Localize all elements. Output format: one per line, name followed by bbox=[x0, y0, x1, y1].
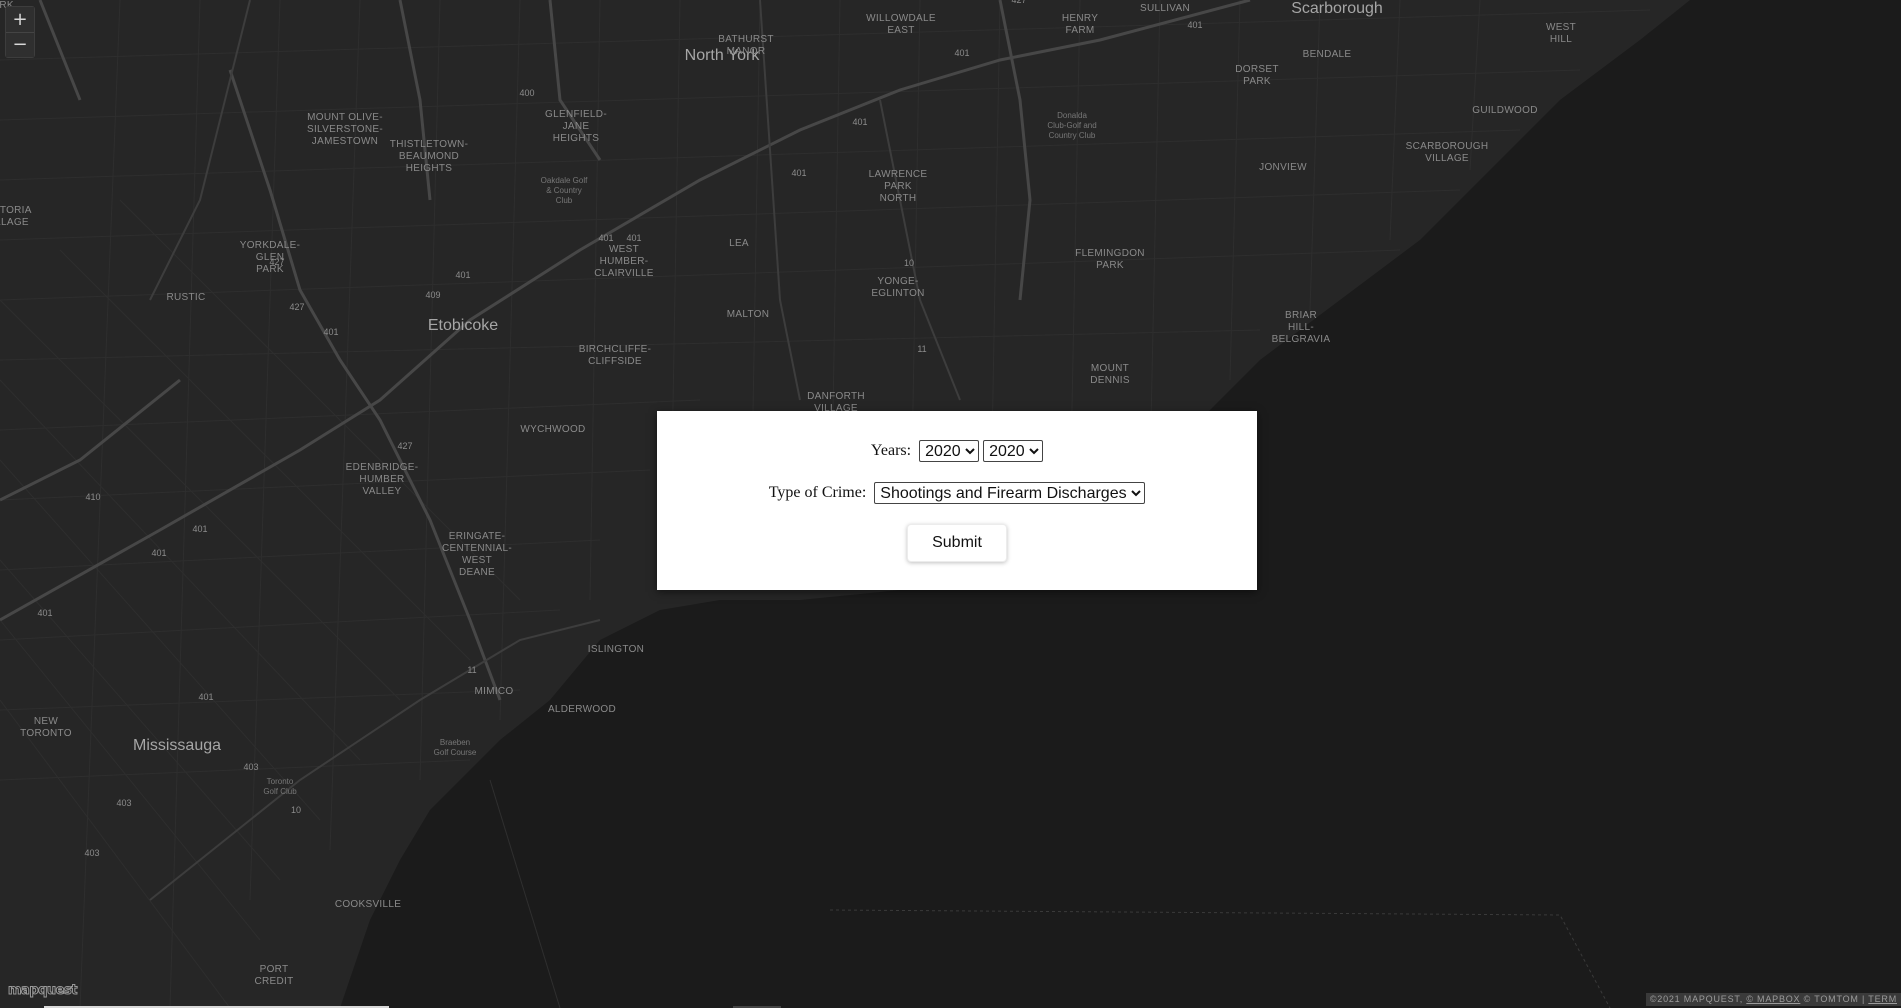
place-label: Oakdale Golf & Country Club bbox=[540, 176, 588, 205]
place-label: BRIAR HILL- BELGRAVIA bbox=[1271, 310, 1331, 345]
crime-type-row: Type of Crime: Shootings and Firearm Dis… bbox=[657, 482, 1257, 504]
submit-button[interactable]: Submit bbox=[907, 524, 1007, 562]
place-label: DORSET PARK bbox=[1235, 64, 1279, 87]
place-label: GLENFIELD- JANE HEIGHTS bbox=[545, 109, 607, 144]
highway-shield: 401 bbox=[598, 233, 614, 243]
place-label: RUSTIC bbox=[166, 292, 206, 303]
highway-shield: 403 bbox=[84, 848, 100, 858]
attribution-copyright: ©2021 MAPQUEST, bbox=[1649, 994, 1743, 1004]
highway-shield: 401 bbox=[151, 548, 167, 558]
highway-shield: 410 bbox=[85, 492, 101, 502]
crime-type-label: Type of Crime: bbox=[768, 483, 867, 501]
place-label: SCARBOROUGH VILLAGE bbox=[1405, 141, 1489, 164]
place-label: LAWRENCE PARK NORTH bbox=[868, 169, 928, 204]
place-label: BATHURST MANOR bbox=[718, 34, 774, 57]
place-label: BENDALE bbox=[1302, 49, 1352, 60]
crime-type-select[interactable]: Shootings and Firearm Discharges bbox=[874, 482, 1146, 504]
attribution-mapbox-link[interactable]: © MAPBOX bbox=[1746, 994, 1800, 1004]
place-label: THISTLETOWN- BEAUMOND HEIGHTS bbox=[389, 139, 469, 174]
mapquest-logo[interactable]: mapquest bbox=[8, 983, 78, 999]
filter-dialog: Years: 2020 2020 Type of Crime: Shooting… bbox=[657, 411, 1257, 590]
highway-shield: 427 bbox=[269, 257, 285, 267]
highway-shield: 403 bbox=[243, 762, 259, 772]
highway-shield: 403 bbox=[116, 798, 132, 808]
place-label: WYCHWOOD bbox=[520, 424, 586, 435]
place-label: Braeben Golf Course bbox=[433, 738, 477, 757]
map-attribution: ©2021 MAPQUEST, © MAPBOX © TOMTOM | TERM bbox=[1645, 993, 1901, 1006]
highway-shield: 401 bbox=[455, 270, 471, 280]
attribution-tomtom: © TOMTOM | bbox=[1803, 994, 1866, 1004]
place-label: COOKSVILLE bbox=[334, 899, 402, 910]
highway-shield: 401 bbox=[852, 117, 868, 127]
place-label: Donalda Club-Golf and Country Club bbox=[1047, 111, 1097, 140]
place-label: SULLIVAN bbox=[1139, 3, 1191, 14]
place-label: MIMICO bbox=[474, 686, 514, 697]
place-label: Mississauga bbox=[132, 737, 222, 754]
highway-shield: 401 bbox=[37, 608, 53, 618]
place-label: ALDERWOOD bbox=[547, 704, 617, 715]
place-label: GUILDWOOD bbox=[1472, 105, 1538, 116]
attribution-terms-link[interactable]: TERM bbox=[1868, 994, 1897, 1004]
zoom-in-button[interactable]: + bbox=[6, 7, 34, 32]
place-label: MOUNT OLIVE- SILVERSTONE- JAMESTOWN bbox=[306, 112, 384, 147]
place-label: ISLINGTON bbox=[587, 644, 645, 655]
highway-shield: 401 bbox=[323, 327, 339, 337]
place-label: VICTORIA VILLAGE bbox=[0, 205, 32, 228]
highway-shield: 11 bbox=[467, 665, 477, 675]
highway-shield: 10 bbox=[903, 258, 915, 268]
highway-shield: 400 bbox=[519, 88, 535, 98]
highway-shield: 427 bbox=[1011, 0, 1027, 5]
place-label: NEW TORONTO bbox=[20, 716, 72, 739]
highway-shield: 401 bbox=[954, 48, 970, 58]
place-label: WEST HILL bbox=[1545, 22, 1577, 45]
highway-shield: 401 bbox=[1187, 20, 1203, 30]
highway-shield: 401 bbox=[192, 524, 208, 534]
place-label: YONGE- EGLINTON bbox=[871, 276, 925, 299]
highway-shield: 401 bbox=[198, 692, 214, 702]
place-label: Etobicoke bbox=[427, 317, 499, 334]
place-label: BIRCHCLIFFE- CLIFFSIDE bbox=[578, 344, 652, 367]
place-label: HENRY FARM bbox=[1061, 13, 1099, 36]
years-label: Years: bbox=[870, 441, 912, 459]
place-label: JONVIEW bbox=[1259, 162, 1307, 173]
place-label: Toronto Golf Club bbox=[263, 777, 297, 796]
place-label: MOUNT DENNIS bbox=[1090, 363, 1130, 386]
zoom-control: + − bbox=[5, 6, 35, 58]
place-label: EDENBRIDGE- HUMBER VALLEY bbox=[345, 462, 419, 497]
year-from-select[interactable]: 2020 bbox=[919, 440, 980, 462]
years-row: Years: 2020 2020 bbox=[657, 440, 1257, 462]
zoom-out-button[interactable]: − bbox=[6, 32, 34, 57]
place-label: WEST HUMBER- CLAIRVILLE bbox=[594, 244, 654, 279]
place-label: PORT CREDIT bbox=[254, 964, 294, 987]
place-label: Scarborough bbox=[1291, 0, 1383, 17]
place-label: WILLOWDALE EAST bbox=[866, 13, 936, 36]
highway-shield: 427 bbox=[397, 441, 413, 451]
year-to-select[interactable]: 2020 bbox=[983, 440, 1044, 462]
highway-shield: 10 bbox=[290, 805, 302, 815]
highway-shield: 11 bbox=[917, 344, 927, 354]
highway-shield: 409 bbox=[425, 290, 441, 300]
place-label: ERINGATE- CENTENNIAL- WEST DEANE bbox=[442, 531, 512, 578]
place-label: MALTON bbox=[726, 309, 770, 320]
place-label: LEA bbox=[729, 238, 749, 249]
highway-shield: 427 bbox=[289, 302, 305, 312]
highway-shield: 401 bbox=[626, 233, 642, 243]
highway-shield: 401 bbox=[791, 168, 807, 178]
place-label: FLEMINGDON PARK bbox=[1075, 248, 1145, 271]
